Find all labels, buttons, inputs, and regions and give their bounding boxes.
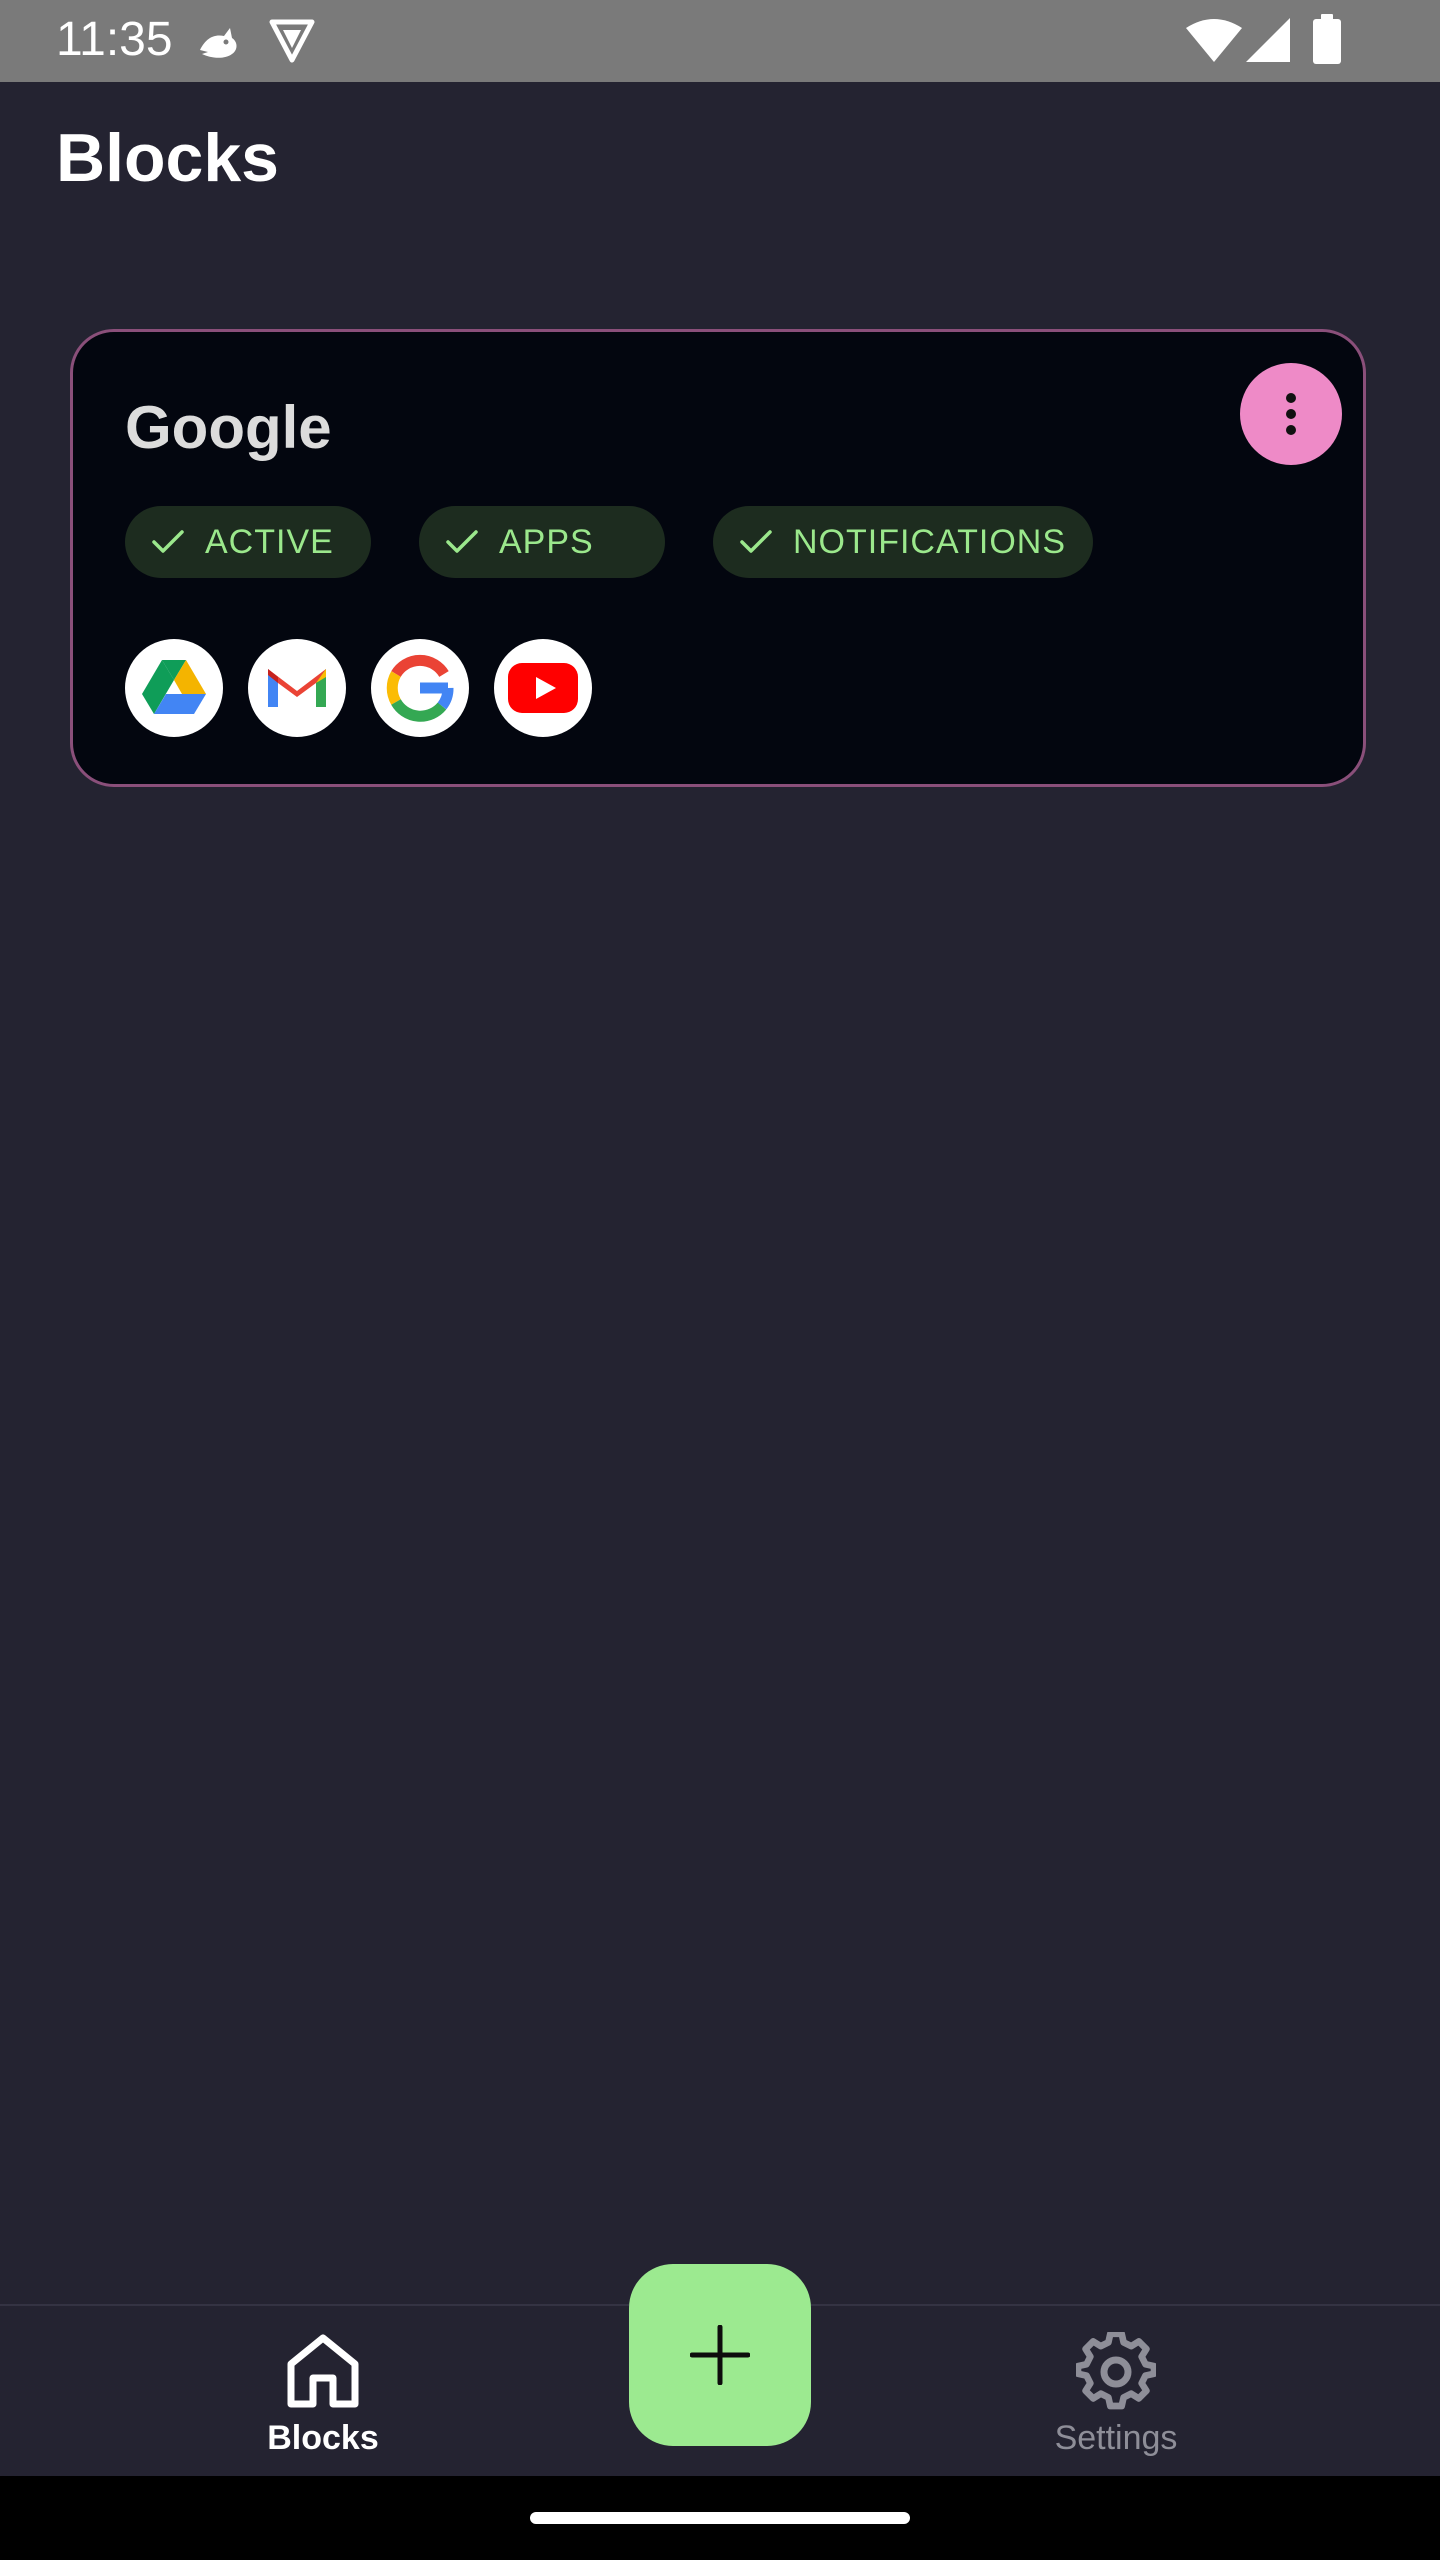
status-bar: 11:35 (0, 0, 1440, 82)
chip-label: APPS (499, 523, 594, 561)
vpn-shield-icon (269, 19, 315, 63)
bird-notification-icon (200, 28, 237, 58)
add-block-button[interactable] (629, 2264, 811, 2446)
app-gmail (248, 639, 346, 737)
status-time: 11:35 (56, 13, 173, 66)
plus-icon (690, 2325, 750, 2385)
cell-signal-icon (1246, 18, 1290, 62)
nav-item-settings[interactable]: Settings (996, 2332, 1236, 2472)
app-google (371, 639, 469, 737)
youtube-icon (508, 663, 578, 713)
nav-label-blocks: Blocks (267, 2419, 379, 2457)
gear-icon (1076, 2332, 1156, 2410)
page-title: Blocks (56, 120, 279, 196)
app-google-drive (125, 639, 223, 737)
wifi-icon (1186, 19, 1242, 62)
google-drive-icon (142, 660, 206, 714)
more-options-button[interactable] (1240, 363, 1342, 465)
battery-icon (1313, 14, 1341, 64)
check-icon (740, 530, 772, 553)
google-icon (386, 654, 454, 722)
chip-label: ACTIVE (205, 523, 334, 561)
block-title: Google (125, 394, 332, 461)
chip-notifications[interactable]: NOTIFICATIONS (713, 506, 1093, 578)
block-card[interactable]: Google ACTIVE APPS NOTIFICATIONS (70, 329, 1366, 787)
nav-label-settings: Settings (1054, 2419, 1178, 2457)
chip-apps[interactable]: APPS (419, 506, 665, 578)
home-gesture-handle[interactable] (530, 2512, 910, 2524)
check-icon (152, 530, 184, 553)
app-youtube (494, 639, 592, 737)
home-icon (287, 2334, 359, 2408)
check-icon (446, 530, 478, 553)
more-vert-icon (1286, 393, 1296, 435)
chip-active[interactable]: ACTIVE (125, 506, 371, 578)
nav-item-blocks[interactable]: Blocks (203, 2332, 443, 2472)
chip-label: NOTIFICATIONS (793, 523, 1067, 561)
gmail-icon (268, 669, 326, 707)
